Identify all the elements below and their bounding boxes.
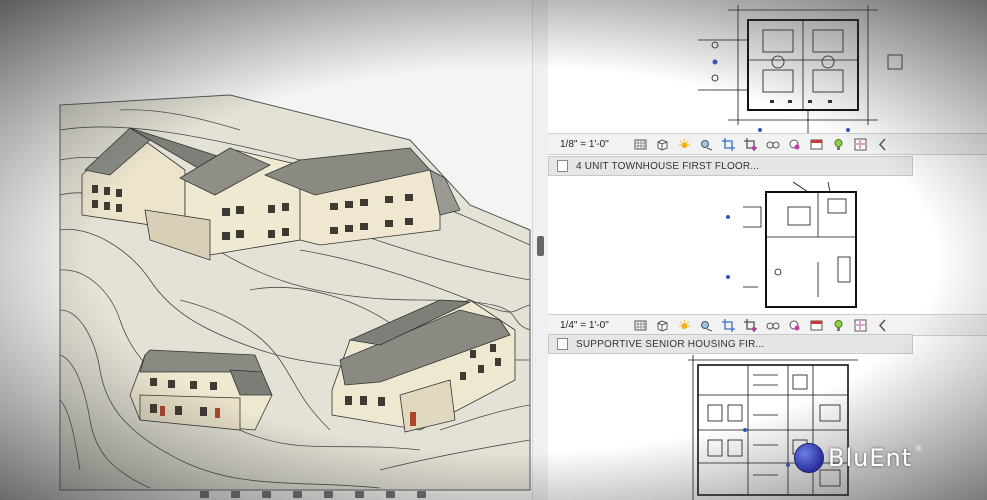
- crop-view-icon[interactable]: [720, 136, 736, 152]
- globe-logo-icon: [794, 443, 824, 473]
- 3d-site-model: [59, 94, 531, 491]
- bottom-toolbar-icon[interactable]: [324, 490, 333, 498]
- more-arrow-icon[interactable]: [874, 317, 890, 333]
- sun-settings-icon[interactable]: [852, 317, 868, 333]
- view-title-bar-2[interactable]: SUPPORTIVE SENIOR HOUSING FIR...: [548, 334, 913, 354]
- sun-path-icon[interactable]: [676, 317, 692, 333]
- analytical-model-icon[interactable]: [808, 136, 824, 152]
- show-crop-icon[interactable]: [742, 317, 758, 333]
- detailed-floor-plan-view[interactable]: [548, 355, 987, 500]
- view-title-bar-1[interactable]: 4 UNIT TOWNHOUSE FIRST FLOOR...: [548, 156, 913, 176]
- show-crop-icon[interactable]: [742, 136, 758, 152]
- small-house-model: [129, 349, 273, 431]
- analytical-model-icon[interactable]: [808, 317, 824, 333]
- view-title: 4 UNIT TOWNHOUSE FIRST FLOOR...: [576, 160, 760, 172]
- temporary-hide-icon[interactable]: [764, 136, 780, 152]
- view-control-bar-1: 1/8" = 1'-0": [548, 133, 987, 155]
- bottom-toolbar-icon[interactable]: [417, 490, 426, 498]
- bottom-toolbar-icon[interactable]: [200, 490, 209, 498]
- crop-view-icon[interactable]: [720, 317, 736, 333]
- drawing-views-pane: 1/8" = 1'-0" 4 UNIT TOWNHOUSE FIRST FLOO…: [548, 0, 987, 500]
- 3d-view-canvas[interactable]: [0, 0, 548, 500]
- scrollbar-thumb[interactable]: [537, 236, 544, 256]
- bottom-toolbar-icon[interactable]: [386, 490, 395, 498]
- view-control-bar-2: 1/4" = 1'-0": [548, 314, 987, 336]
- shadows-icon[interactable]: [698, 136, 714, 152]
- reveal-hidden-icon[interactable]: [786, 136, 802, 152]
- bottom-toolbar-icon[interactable]: [262, 490, 271, 498]
- 3d-view-control-bar: [60, 488, 530, 500]
- visual-style-icon[interactable]: [654, 317, 670, 333]
- sun-path-icon[interactable]: [676, 136, 692, 152]
- senior-housing-plan-drawing: [726, 181, 857, 308]
- senior-housing-plan-view[interactable]: [548, 177, 987, 314]
- logo-text: BluEnt: [828, 444, 913, 472]
- bottom-toolbar-icon[interactable]: [231, 490, 240, 498]
- bottom-toolbar-icon[interactable]: [293, 490, 302, 498]
- registered-mark: ®: [916, 446, 922, 453]
- vertical-scrollbar[interactable]: [532, 0, 548, 500]
- reveal-hidden-icon[interactable]: [786, 317, 802, 333]
- view-scale-label[interactable]: 1/8" = 1'-0": [560, 139, 626, 150]
- view-title: SUPPORTIVE SENIOR HOUSING FIR...: [576, 338, 765, 350]
- more-arrow-icon[interactable]: [874, 136, 890, 152]
- bluent-logo: BluEnt ®: [794, 438, 954, 478]
- highlight-displacement-icon[interactable]: [830, 317, 846, 333]
- townhouse-floor-plan-view[interactable]: [548, 0, 987, 138]
- bottom-toolbar-icon[interactable]: [355, 490, 364, 498]
- temporary-hide-icon[interactable]: [764, 317, 780, 333]
- highlight-displacement-icon[interactable]: [830, 136, 846, 152]
- detail-level-icon[interactable]: [632, 317, 648, 333]
- view-document-icon: [557, 338, 568, 350]
- shadows-icon[interactable]: [698, 317, 714, 333]
- sun-settings-icon[interactable]: [852, 136, 868, 152]
- view-document-icon: [557, 160, 568, 172]
- detailed-floor-plan-drawing: [688, 355, 858, 500]
- view-scale-label[interactable]: 1/4" = 1'-0": [560, 320, 626, 331]
- detail-level-icon[interactable]: [632, 136, 648, 152]
- visual-style-icon[interactable]: [654, 136, 670, 152]
- townhouse-floor-plan-drawing: [698, 5, 903, 135]
